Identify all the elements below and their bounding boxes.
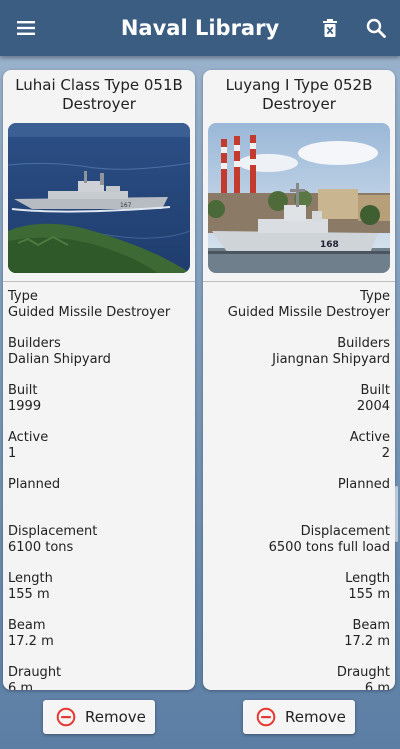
spec-beam: Beam 17.2 m bbox=[8, 618, 190, 665]
spec-value: 1 bbox=[8, 446, 17, 461]
spec-value: 17.2 m bbox=[344, 634, 390, 649]
spec-value: 155 m bbox=[8, 587, 50, 602]
spec-label: Built bbox=[360, 383, 390, 398]
spec-list: Type Guided Missile Destroyer Builders Jia… bbox=[208, 289, 390, 690]
ship-in-harbor-image: 168 bbox=[208, 123, 390, 273]
hull-number: 168 bbox=[320, 240, 339, 250]
search-button[interactable] bbox=[352, 0, 400, 56]
remove-circle-icon bbox=[256, 707, 276, 727]
app-bar: Naval Library bbox=[0, 0, 400, 56]
delete-icon bbox=[323, 19, 337, 37]
spec-active: Active 2 bbox=[208, 430, 390, 477]
spec-label: Type bbox=[360, 289, 390, 304]
spec-value bbox=[8, 493, 190, 509]
spec-label: Draught bbox=[336, 665, 390, 680]
spec-displacement: Displacement 6100 tons bbox=[8, 524, 190, 571]
remove-button-luhai[interactable]: Remove bbox=[43, 700, 155, 734]
spec-value bbox=[208, 493, 390, 509]
spec-label: Beam bbox=[352, 618, 390, 633]
spec-label: Length bbox=[8, 571, 53, 586]
remove-label: Remove bbox=[285, 708, 346, 726]
spec-label: Active bbox=[8, 430, 49, 445]
ship-name: Luyang I Type 052B Destroyer bbox=[225, 76, 373, 113]
card-divider bbox=[3, 281, 195, 282]
spec-value: 155 m bbox=[348, 587, 390, 602]
spec-label: Planned bbox=[337, 477, 390, 492]
spec-beam: Beam 17.2 m bbox=[208, 618, 390, 665]
ship-photo: 168 bbox=[208, 123, 390, 273]
spec-label: Length bbox=[345, 571, 390, 586]
spec-value: 17.2 m bbox=[8, 634, 54, 649]
spec-builders: Builders Jiangnan Shipyard bbox=[208, 336, 390, 383]
spec-value: 6500 tons full load bbox=[268, 540, 390, 555]
spec-length: Length 155 m bbox=[8, 571, 190, 618]
spec-label: Built bbox=[8, 383, 38, 398]
spec-label: Beam bbox=[8, 618, 46, 633]
spec-value: 6 m bbox=[8, 681, 34, 690]
spec-planned: Planned bbox=[8, 477, 190, 524]
search-icon bbox=[366, 18, 386, 38]
spec-value: 2 bbox=[381, 446, 390, 461]
spec-label: Draught bbox=[8, 665, 62, 680]
spec-built: Built 2004 bbox=[208, 383, 390, 430]
spec-label: Planned bbox=[8, 477, 61, 492]
spec-built: Built 1999 bbox=[8, 383, 190, 430]
ship-name: Luhai Class Type 051B Destroyer bbox=[15, 76, 183, 113]
spec-value: Jiangnan Shipyard bbox=[272, 352, 390, 367]
spec-length: Length 155 m bbox=[208, 571, 390, 618]
ship-at-sea-image: 167 bbox=[8, 123, 190, 273]
spec-active: Active 1 bbox=[8, 430, 190, 477]
spec-label: Builders bbox=[337, 336, 390, 351]
spec-label: Builders bbox=[8, 336, 61, 351]
spec-builders: Builders Dalian Shipyard bbox=[8, 336, 190, 383]
spec-label: Displacement bbox=[300, 524, 390, 539]
spec-displacement: Displacement 6500 tons full load bbox=[208, 524, 390, 571]
spec-label: Active bbox=[349, 430, 390, 445]
hull-number: 167 bbox=[120, 202, 132, 209]
spec-value: Guided Missile Destroyer bbox=[8, 305, 171, 320]
spec-value: 6 m bbox=[364, 681, 390, 690]
spec-list: Type Guided Missile Destroyer Builders Dal… bbox=[8, 289, 190, 690]
delete-button[interactable] bbox=[306, 0, 354, 56]
spec-label: Displacement bbox=[8, 524, 98, 539]
remove-button-luyang[interactable]: Remove bbox=[243, 700, 355, 734]
spec-label: Type bbox=[8, 289, 38, 304]
spec-value: Dalian Shipyard bbox=[8, 352, 111, 367]
spec-type: Type Guided Missile Destroyer bbox=[8, 289, 190, 336]
ship-card-luhai: Luhai Class Type 051B Destroyer 167 Type… bbox=[3, 70, 195, 690]
spec-planned: Planned bbox=[208, 477, 390, 524]
spec-draught: Draught 6 m bbox=[208, 665, 390, 690]
spec-type: Type Guided Missile Destroyer bbox=[208, 289, 390, 336]
spec-draught: Draught 6 m bbox=[8, 665, 190, 690]
ship-photo: 167 bbox=[8, 123, 190, 273]
remove-circle-icon bbox=[56, 707, 76, 727]
card-divider bbox=[203, 281, 395, 282]
ship-card-luyang: Luyang I Type 052B Destroyer 168 Type Gu… bbox=[203, 70, 395, 690]
spec-value: Guided Missile Destroyer bbox=[227, 305, 390, 320]
spec-value: 6100 tons bbox=[8, 540, 74, 555]
remove-label: Remove bbox=[85, 708, 146, 726]
spec-value: 2004 bbox=[356, 399, 390, 414]
scroll-indicator[interactable] bbox=[395, 486, 398, 542]
spec-value: 1999 bbox=[8, 399, 42, 414]
